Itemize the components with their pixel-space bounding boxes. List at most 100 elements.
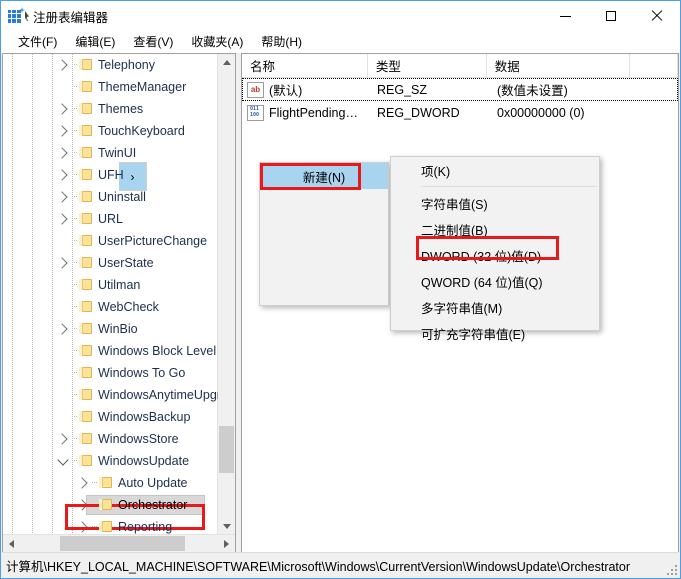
table-row[interactable]: 011 100 FlightPending… REG_DWORD 0x00000000 … [242, 101, 678, 124]
scroll-down-button[interactable] [218, 518, 235, 535]
value-data-cell: 0x00000000 (0) [497, 105, 585, 120]
tree-connector [71, 76, 79, 98]
tree-item-label: WindowsAnytimeUpgr [98, 388, 218, 402]
value-name-cell: ab (默认) [242, 80, 369, 99]
tree-connector [71, 208, 79, 230]
tree-expander-collapsed-icon[interactable] [55, 208, 71, 230]
scroll-up-button[interactable] [218, 54, 235, 71]
tree-item-windows-block-level[interactable]: Windows Block Level [3, 340, 218, 362]
tree-item-windowsstore[interactable]: WindowsStore [3, 428, 218, 450]
table-row[interactable]: ab (默认) REG_SZ (数值未设置) [242, 78, 678, 101]
maximize-icon [606, 11, 616, 21]
column-header-label: 类型 [375, 60, 401, 74]
tree-expander-collapsed-icon[interactable] [55, 164, 71, 186]
tree-item-orchestrator[interactable]: Orchestrator [3, 494, 218, 516]
tree-expander-collapsed-icon[interactable] [55, 318, 71, 340]
tree-item-touchkeyboard[interactable]: TouchKeyboard [3, 120, 218, 142]
tree-item-label: WindowsBackup [98, 410, 191, 424]
tree-item-windows-to-go[interactable]: Windows To Go [3, 362, 218, 384]
tree-item-webcheck[interactable]: WebCheck [3, 296, 218, 318]
tree-item-userstate[interactable]: UserState [3, 252, 218, 274]
tree-expander-expanded-icon[interactable] [55, 450, 71, 472]
tree-expander-none [55, 76, 71, 98]
tree-expander-collapsed-icon[interactable] [75, 516, 91, 535]
tree-item-label: ThemeManager [98, 80, 187, 94]
folder-icon [99, 499, 113, 511]
tree-item-userpicturechange[interactable]: UserPictureChange [3, 230, 218, 252]
tree-item-url[interactable]: URL [3, 208, 218, 230]
tree-expander-collapsed-icon[interactable] [55, 120, 71, 142]
submenu-item-3[interactable]: DWORD (32 位)值(D) [391, 242, 599, 268]
status-bar: 计算机\HKEY_LOCAL_MACHINE\SOFTWARE\Microsof… [2, 552, 679, 577]
tree-vertical-scrollbar[interactable] [217, 54, 235, 535]
tree-connector [71, 296, 79, 318]
menu-file[interactable]: 文件(F) [9, 32, 66, 51]
submenu-item-1[interactable]: 字符串值(S) [391, 190, 599, 216]
tree-item-windowsbackup[interactable]: WindowsBackup [3, 406, 218, 428]
resize-grip[interactable] [665, 563, 677, 575]
column-header-label: 名称 [250, 60, 276, 74]
tree-item-thememanager[interactable]: ThemeManager [3, 76, 218, 98]
tree-item-label: Auto Update [118, 476, 188, 490]
tree-item-auto-update[interactable]: Auto Update [3, 472, 218, 494]
tree-item-ufh[interactable]: UFH [3, 164, 218, 186]
tree-expander-collapsed-icon[interactable] [55, 186, 71, 208]
tree-item-telephony[interactable]: Telephony [3, 54, 218, 76]
tree-connector [71, 164, 79, 186]
context-menu-item-new[interactable]: 新建(N) [260, 163, 388, 189]
tree-item-label: WinBio [98, 322, 138, 336]
tree-expander-collapsed-icon[interactable] [55, 54, 71, 76]
tree-vscroll-thumb[interactable] [219, 426, 234, 473]
tree-expander-collapsed-icon[interactable] [55, 142, 71, 164]
close-button[interactable] [634, 1, 680, 31]
tree-item-reporting[interactable]: Reporting [3, 516, 218, 535]
folder-icon [79, 455, 93, 467]
tree-item-windowsupdate[interactable]: WindowsUpdate [3, 450, 218, 472]
scroll-right-button[interactable] [218, 535, 235, 552]
tree-item-windowsanytimeupgr[interactable]: WindowsAnytimeUpgr [3, 384, 218, 406]
tree-hscroll-thumb[interactable] [60, 536, 185, 551]
tree-item-label: Utilman [98, 278, 141, 292]
minimize-button[interactable] [542, 1, 588, 31]
window-title: 注册表编辑器 [33, 10, 109, 25]
submenu-item-0[interactable]: 项(K) [391, 157, 599, 183]
menu-help[interactable]: 帮助(H) [252, 32, 311, 51]
folder-icon [79, 257, 93, 269]
tree-expander-collapsed-icon[interactable] [55, 428, 71, 450]
tree-item-label: TwinUI [98, 146, 137, 160]
column-header-数据[interactable]: 数据 [487, 54, 631, 77]
tree-expander-collapsed-icon[interactable] [55, 252, 71, 274]
menu-edit[interactable]: 编辑(E) [66, 32, 124, 51]
tree-expander-none [55, 296, 71, 318]
tree-item-winbio[interactable]: WinBio [3, 318, 218, 340]
submenu-item-label: 字符串值(S) [421, 197, 488, 212]
tree-item-twinui[interactable]: TwinUI [3, 142, 218, 164]
tree-item-uninstall[interactable]: Uninstall [3, 186, 218, 208]
column-header-blank[interactable] [630, 54, 678, 77]
submenu-item-label: DWORD (32 位)值(D) [421, 249, 542, 264]
tree-item-themes[interactable]: Themes [3, 98, 218, 120]
scroll-left-button[interactable] [3, 535, 20, 552]
folder-icon [99, 477, 113, 489]
submenu-item-4[interactable]: QWORD (64 位)值(Q) [391, 268, 599, 294]
tree-expander-collapsed-icon[interactable] [55, 98, 71, 120]
submenu-item-5[interactable]: 多字符串值(M) [391, 294, 599, 320]
submenu-item-2[interactable]: 二进制值(B) [391, 216, 599, 242]
submenu-item-6[interactable]: 可扩充字符串值(E) [391, 320, 599, 346]
menu-view[interactable]: 查看(V) [124, 32, 182, 51]
folder-icon [79, 279, 93, 291]
tree-item-utilman[interactable]: Utilman [3, 274, 218, 296]
tree-item-label: Uninstall [98, 190, 146, 204]
context-menu-new: 新建(N) [259, 162, 389, 306]
tree-connector [71, 428, 79, 450]
tree-connector [71, 384, 79, 406]
folder-icon [79, 411, 93, 423]
menu-favorites[interactable]: 收藏夹(A) [182, 32, 252, 51]
context-menu-item-new-label: 新建(N) [302, 170, 346, 185]
column-header-类型[interactable]: 类型 [368, 54, 487, 77]
maximize-button[interactable] [588, 1, 634, 31]
tree-expander-collapsed-icon[interactable] [75, 472, 91, 494]
tree-item-label: UserState [98, 256, 154, 270]
column-header-名称[interactable]: 名称 [242, 54, 368, 77]
tree-horizontal-scrollbar[interactable] [3, 534, 235, 552]
